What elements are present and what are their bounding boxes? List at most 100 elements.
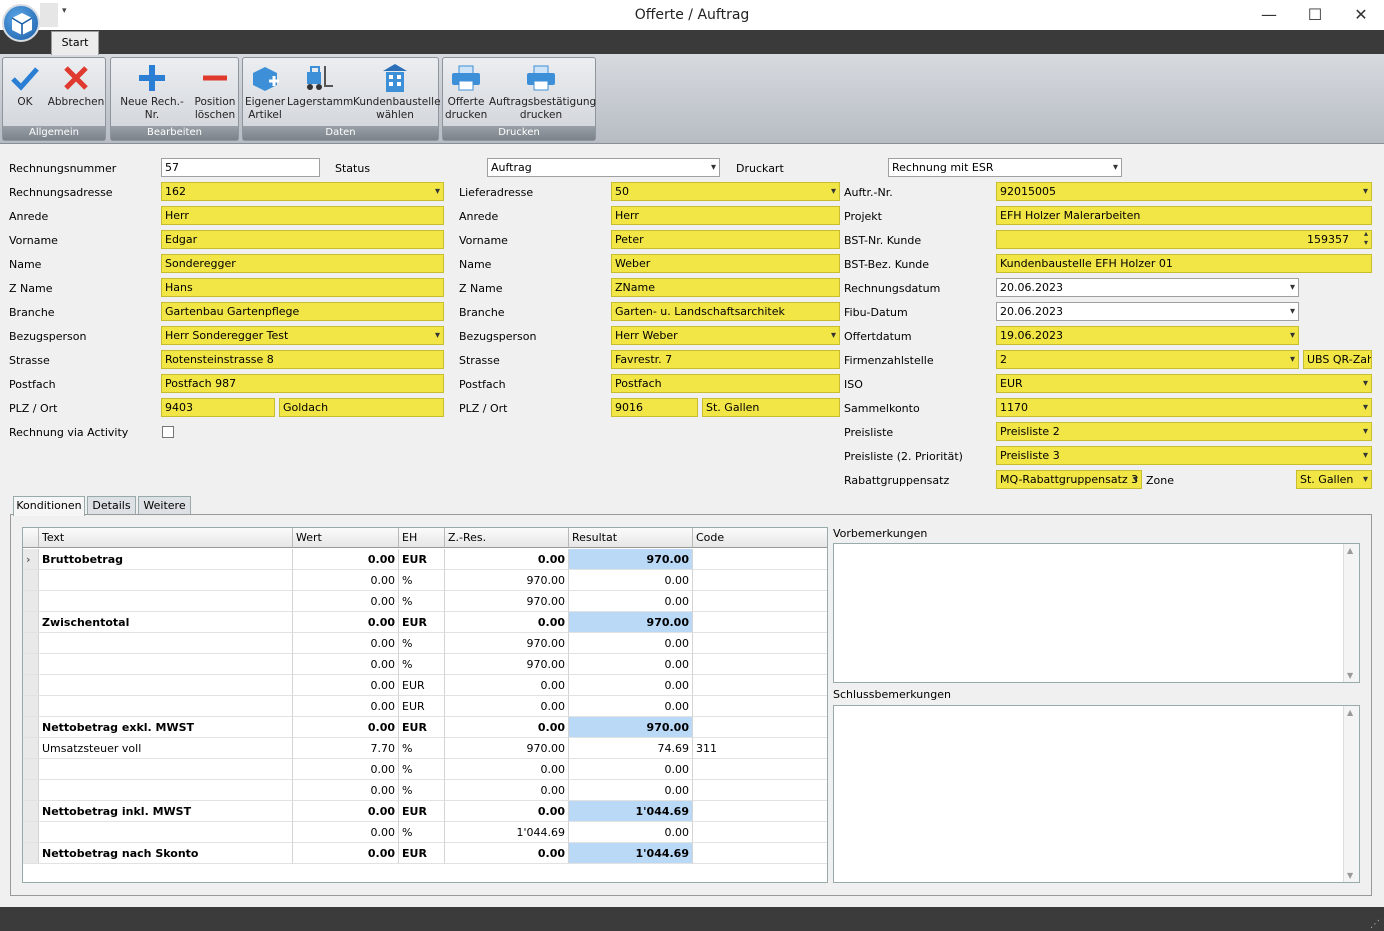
- cell-zres[interactable]: 1'044.69: [445, 822, 569, 843]
- cell-eh[interactable]: %: [399, 759, 445, 780]
- cell-zres[interactable]: 0.00: [445, 780, 569, 801]
- col-header-code[interactable]: Code: [693, 528, 827, 548]
- cell-zres[interactable]: 0.00: [445, 612, 569, 633]
- col-header-resultat[interactable]: Resultat: [569, 528, 693, 548]
- tab-konditionen[interactable]: Konditionen: [13, 496, 85, 516]
- cell-zres[interactable]: 0.00: [445, 549, 569, 570]
- cell-text[interactable]: Zwischentotal: [39, 612, 293, 633]
- cell-code[interactable]: [693, 822, 827, 843]
- cell-eh[interactable]: %: [399, 591, 445, 612]
- cell-eh[interactable]: %: [399, 822, 445, 843]
- rech-bezugsperson-select[interactable]: Herr Sonderegger Test: [161, 326, 444, 345]
- maximize-icon[interactable]: ☐: [1292, 4, 1338, 26]
- cell-code[interactable]: [693, 633, 827, 654]
- cell-text[interactable]: [39, 822, 293, 843]
- tab-start[interactable]: Start: [51, 31, 99, 55]
- table-row[interactable]: Nettobetrag exkl. MWST 0.00 EUR 0.00 970.00: [23, 717, 827, 738]
- vorbemerkungen-scrollbar[interactable]: [1343, 544, 1359, 682]
- iso-select[interactable]: EUR: [996, 374, 1372, 393]
- col-header-eh[interactable]: EH: [399, 528, 445, 548]
- row-indicator[interactable]: [23, 675, 39, 696]
- bst-bez-input[interactable]: Kundenbaustelle EFH Holzer 01: [996, 254, 1372, 273]
- rechnung-via-activity-checkbox[interactable]: [162, 426, 174, 438]
- table-row[interactable]: 0.00% 0.00 0.00: [23, 780, 827, 801]
- table-row[interactable]: 0.00 EUR 0.00 0.00: [23, 675, 827, 696]
- cell-resultat[interactable]: 970.00: [569, 717, 693, 738]
- offertdatum-picker[interactable]: 19.06.2023: [996, 326, 1299, 345]
- cell-text[interactable]: [39, 591, 293, 612]
- cell-resultat[interactable]: 0.00: [569, 780, 693, 801]
- auftragsbestaetigung-drucken-button[interactable]: Auftragsbestätigung drucken: [489, 60, 596, 122]
- cell-code[interactable]: 311: [693, 738, 827, 759]
- cell-zres[interactable]: 0.00: [445, 717, 569, 738]
- cell-wert[interactable]: 0.00: [293, 696, 399, 717]
- table-row[interactable]: 0.00% 970.00 0.00: [23, 633, 827, 654]
- druckart-select[interactable]: Rechnung mit ESR: [888, 158, 1122, 177]
- row-indicator[interactable]: [23, 570, 39, 591]
- cell-resultat[interactable]: 0.00: [569, 633, 693, 654]
- rech-plz-input[interactable]: 9403: [161, 398, 275, 417]
- cell-resultat[interactable]: 0.00: [569, 675, 693, 696]
- row-indicator[interactable]: [23, 801, 39, 822]
- cell-text[interactable]: [39, 570, 293, 591]
- rech-name-input[interactable]: Sonderegger: [161, 254, 444, 273]
- cell-zres[interactable]: 970.00: [445, 591, 569, 612]
- cell-code[interactable]: [693, 696, 827, 717]
- cell-wert[interactable]: 0.00: [293, 675, 399, 696]
- cell-wert[interactable]: 0.00: [293, 759, 399, 780]
- rechnungsadresse-select[interactable]: 162: [161, 182, 444, 201]
- row-indicator[interactable]: [23, 696, 39, 717]
- cell-resultat[interactable]: 0.00: [569, 696, 693, 717]
- lief-anrede-input[interactable]: Herr: [611, 206, 840, 225]
- cell-wert[interactable]: 0.00: [293, 549, 399, 570]
- cell-wert[interactable]: 0.00: [293, 780, 399, 801]
- cell-zres[interactable]: 970.00: [445, 738, 569, 759]
- cell-resultat[interactable]: 0.00: [569, 591, 693, 612]
- offerte-drucken-button[interactable]: Offerte drucken: [445, 60, 487, 122]
- lagerstamm-button[interactable]: Lagerstamm: [287, 60, 353, 109]
- cell-text[interactable]: [39, 759, 293, 780]
- cell-wert[interactable]: 0.00: [293, 717, 399, 738]
- schlussbemerkungen-textarea[interactable]: [833, 705, 1360, 883]
- cell-zres[interactable]: 0.00: [445, 759, 569, 780]
- lieferadresse-select[interactable]: 50: [611, 182, 840, 201]
- auftr-nr-select[interactable]: 92015005: [996, 182, 1372, 201]
- cell-eh[interactable]: EUR: [399, 549, 445, 570]
- cell-text[interactable]: [39, 654, 293, 675]
- cell-code[interactable]: [693, 612, 827, 633]
- preisliste2-select[interactable]: Preisliste 3: [996, 446, 1372, 465]
- neue-rechnungsnummer-button[interactable]: Neue Rech.-Nr.: [113, 60, 191, 122]
- position-loeschen-button[interactable]: Position löschen: [193, 60, 237, 122]
- cell-zres[interactable]: 970.00: [445, 654, 569, 675]
- cell-wert[interactable]: 0.00: [293, 612, 399, 633]
- lief-ort-input[interactable]: St. Gallen: [702, 398, 840, 417]
- kundenbaustelle-waehlen-button[interactable]: Kundenbaustelle wählen: [353, 60, 441, 122]
- col-header-wert[interactable]: Wert: [293, 528, 399, 548]
- cell-resultat[interactable]: 1'044.69: [569, 801, 693, 822]
- table-row[interactable]: 0.00 EUR 0.00 0.00: [23, 696, 827, 717]
- cell-zres[interactable]: 0.00: [445, 843, 569, 864]
- row-indicator[interactable]: [23, 654, 39, 675]
- eigener-artikel-button[interactable]: Eigener Artikel: [245, 60, 285, 122]
- ok-button[interactable]: OK: [7, 60, 43, 109]
- cell-resultat[interactable]: 74.69: [569, 738, 693, 759]
- table-row[interactable]: 0.00% 970.00 0.00: [23, 654, 827, 675]
- cell-resultat[interactable]: 0.00: [569, 822, 693, 843]
- cell-resultat[interactable]: 1'044.69: [569, 843, 693, 864]
- lief-branche-input[interactable]: Garten- u. Landschaftsarchitek: [611, 302, 840, 321]
- sammelkonto-select[interactable]: 1170: [996, 398, 1372, 417]
- rech-strasse-input[interactable]: Rotensteinstrasse 8: [161, 350, 444, 369]
- cell-text[interactable]: Nettobetrag exkl. MWST: [39, 717, 293, 738]
- cell-wert[interactable]: 0.00: [293, 843, 399, 864]
- table-row[interactable]: 0.00% 1'044.69 0.00: [23, 822, 827, 843]
- cell-code[interactable]: [693, 654, 827, 675]
- cell-code[interactable]: [693, 780, 827, 801]
- cell-zres[interactable]: 0.00: [445, 675, 569, 696]
- cell-zres[interactable]: 970.00: [445, 570, 569, 591]
- tab-weitere[interactable]: Weitere: [138, 496, 191, 515]
- cell-wert[interactable]: 7.70: [293, 738, 399, 759]
- lief-name-input[interactable]: Weber: [611, 254, 840, 273]
- cell-eh[interactable]: %: [399, 738, 445, 759]
- cell-eh[interactable]: %: [399, 780, 445, 801]
- cell-code[interactable]: [693, 591, 827, 612]
